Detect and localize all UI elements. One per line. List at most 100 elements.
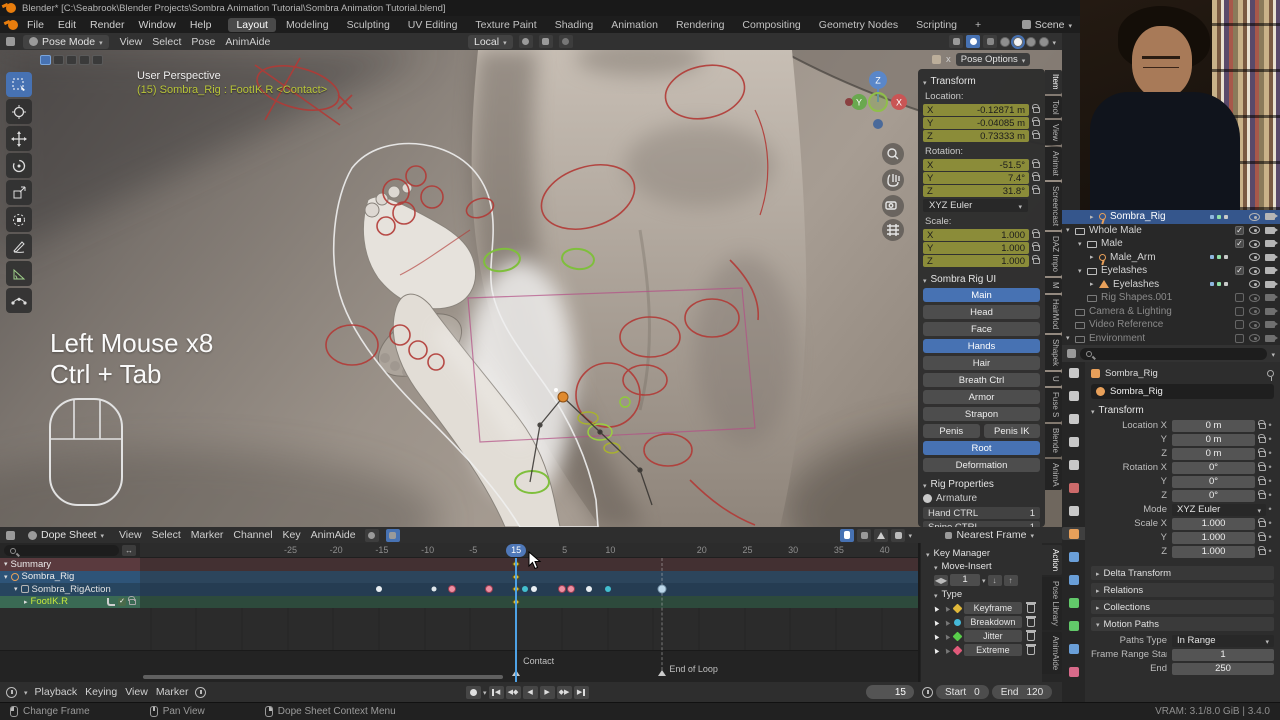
deselect-cursor-icon[interactable]: ▲: [941, 644, 952, 656]
show-overlays-button[interactable]: [966, 35, 980, 48]
trash-icon[interactable]: [1027, 632, 1035, 641]
keyframe[interactable]: [485, 585, 493, 593]
physics-icon[interactable]: [1062, 573, 1085, 586]
hide-eye-icon[interactable]: [1249, 213, 1260, 221]
rotation-mode-row[interactable]: Mode XYZ Euler▾ •: [1091, 503, 1274, 516]
location-field-row[interactable]: X-0.12871 m: [923, 104, 1040, 116]
zoom-view-button[interactable]: [882, 143, 904, 165]
dope-sheet[interactable]: ▾ Summary ▾ Sombra_Rig: [0, 543, 918, 682]
lock-icon[interactable]: [1033, 232, 1040, 238]
jump-to-end-button[interactable]: ▶: [574, 686, 589, 699]
frame-start-field[interactable]: Start 0: [936, 685, 989, 699]
expand-arrow-icon[interactable]: ▾: [1066, 334, 1075, 342]
deselect-cursor-icon[interactable]: ▲: [941, 630, 952, 642]
hide-eye-icon[interactable]: [1249, 253, 1260, 261]
properties-search-input[interactable]: [1080, 348, 1267, 360]
rig-layer-button[interactable]: Head: [923, 305, 1040, 319]
insert-frame-field[interactable]: 1: [950, 574, 980, 586]
transform-panel-header[interactable]: ▾Transform: [923, 76, 1040, 87]
collapsed-panel-header[interactable]: ▸Delta Transform: [1091, 566, 1274, 580]
hide-eye-icon[interactable]: [1249, 280, 1260, 288]
collapsed-panel-header[interactable]: ▸Relations: [1091, 583, 1274, 597]
trash-icon[interactable]: [1027, 646, 1035, 655]
outliner-row[interactable]: ▸ Sombra_Rig: [1062, 210, 1280, 224]
texture-icon[interactable]: [1062, 665, 1085, 678]
dope-mode-dropdown[interactable]: Dope Sheet▾: [22, 528, 110, 542]
cursor-tool[interactable]: [6, 99, 32, 124]
lock-icon[interactable]: [1033, 188, 1040, 194]
keyframe[interactable]: [522, 586, 528, 592]
shading-wireframe-button[interactable]: [1000, 37, 1010, 47]
workspace-tab[interactable]: UV Editing: [400, 18, 466, 32]
deselect-cursor-icon[interactable]: ▲: [941, 602, 952, 614]
rig-properties-header[interactable]: ▾Rig Properties: [923, 479, 1040, 490]
sidebar-tab[interactable]: HairMod: [1045, 295, 1062, 333]
dope-menu[interactable]: View: [117, 529, 144, 541]
dope-menu[interactable]: Select: [150, 529, 183, 541]
exclude-checkbox[interactable]: [1235, 293, 1244, 302]
scale-field-row[interactable]: Z1.000: [923, 255, 1040, 267]
lasso-select-icon[interactable]: [79, 55, 90, 65]
dope-menu[interactable]: Marker: [189, 529, 226, 541]
keyframe[interactable]: [605, 586, 611, 592]
dope-menu[interactable]: Key: [281, 529, 303, 541]
collapsed-panel-header[interactable]: ▸Collections: [1091, 600, 1274, 614]
rig-layer-button[interactable]: Deformation: [923, 458, 1040, 472]
keyframe[interactable]: [558, 585, 566, 593]
render-icon[interactable]: [1062, 389, 1085, 402]
rotation-field-row[interactable]: X-51.5°: [923, 159, 1040, 171]
outliner-row[interactable]: Rig Shapes.001: [1062, 291, 1280, 305]
timeline-editor-icon[interactable]: [6, 687, 17, 698]
topbar-menu[interactable]: Render: [83, 18, 131, 32]
tweak-select-icon[interactable]: [40, 55, 51, 65]
render-camera-icon[interactable]: [1265, 308, 1275, 315]
keyframe[interactable]: [531, 586, 537, 592]
render-camera-icon[interactable]: [1265, 227, 1275, 234]
key-type-row[interactable]: ▲ ▲ Breakdown: [932, 616, 1037, 628]
exclude-checkbox[interactable]: [1235, 320, 1244, 329]
only-errors-button[interactable]: [874, 529, 888, 542]
sidebar-tab[interactable]: AnimA: [1045, 459, 1062, 491]
filter-funnel-button[interactable]: [891, 529, 905, 542]
sidebar-tab[interactable]: U: [1045, 372, 1062, 386]
proportional-edit-button[interactable]: [559, 35, 573, 48]
lock-icon[interactable]: [1259, 451, 1266, 457]
render-camera-icon[interactable]: [1265, 294, 1275, 301]
viewport-menu[interactable]: Select: [149, 36, 184, 48]
scale-field-row[interactable]: Y1.000: [923, 242, 1040, 254]
lock-icon[interactable]: [1033, 245, 1040, 251]
location-field-row[interactable]: Z0.73333 m: [923, 130, 1040, 142]
bone-icon[interactable]: [1062, 619, 1085, 632]
move-insert-header[interactable]: ▾Move-Insert: [934, 561, 1037, 572]
outliner-row[interactable]: ▸ Eyelashes: [1062, 278, 1280, 292]
hide-eye-icon[interactable]: [1249, 307, 1260, 315]
lock-icon[interactable]: [1033, 258, 1040, 264]
keyframe[interactable]: [658, 585, 667, 594]
rig-property-slider[interactable]: Hand CTRL1: [923, 507, 1040, 519]
rotation-mode-dropdown[interactable]: XYZ Euler▾: [923, 199, 1028, 212]
snapshot-button[interactable]: [386, 529, 400, 542]
expand-arrow-icon[interactable]: ▾: [1078, 267, 1087, 275]
workspace-tab[interactable]: Sculpting: [339, 18, 398, 32]
lock-icon[interactable]: [1259, 493, 1266, 499]
sidebar-tab[interactable]: Blende: [1045, 424, 1062, 457]
exclude-checkbox[interactable]: [1235, 266, 1244, 275]
shading-rendered-button[interactable]: [1039, 37, 1049, 47]
blender-menu-icon[interactable]: [8, 20, 18, 30]
dope-sidebar-tab[interactable]: AnimAide: [1042, 632, 1062, 674]
rig-layer-button[interactable]: Main: [923, 288, 1040, 302]
timeline-menu[interactable]: Playback: [35, 686, 78, 698]
rotation-field-row[interactable]: Z31.8°: [923, 185, 1040, 197]
animate-dot[interactable]: •: [1266, 434, 1274, 445]
transform-tool[interactable]: [6, 207, 32, 232]
lock-icon[interactable]: [1259, 437, 1266, 443]
motion-path-row[interactable]: Frame Range Start 1: [1091, 648, 1274, 661]
bone-constraint-icon[interactable]: [1062, 642, 1085, 655]
key-type-row[interactable]: ▲ ▲ Extreme: [932, 644, 1037, 656]
sidebar-tab[interactable]: DAZ Impo: [1045, 232, 1062, 276]
trash-icon[interactable]: [1027, 604, 1035, 613]
play-reverse-button[interactable]: ◀: [523, 686, 538, 699]
topbar-menu[interactable]: Window: [131, 18, 182, 32]
workspace-tab[interactable]: Modeling: [278, 18, 337, 32]
only-selected-cursor-button[interactable]: [840, 529, 854, 542]
